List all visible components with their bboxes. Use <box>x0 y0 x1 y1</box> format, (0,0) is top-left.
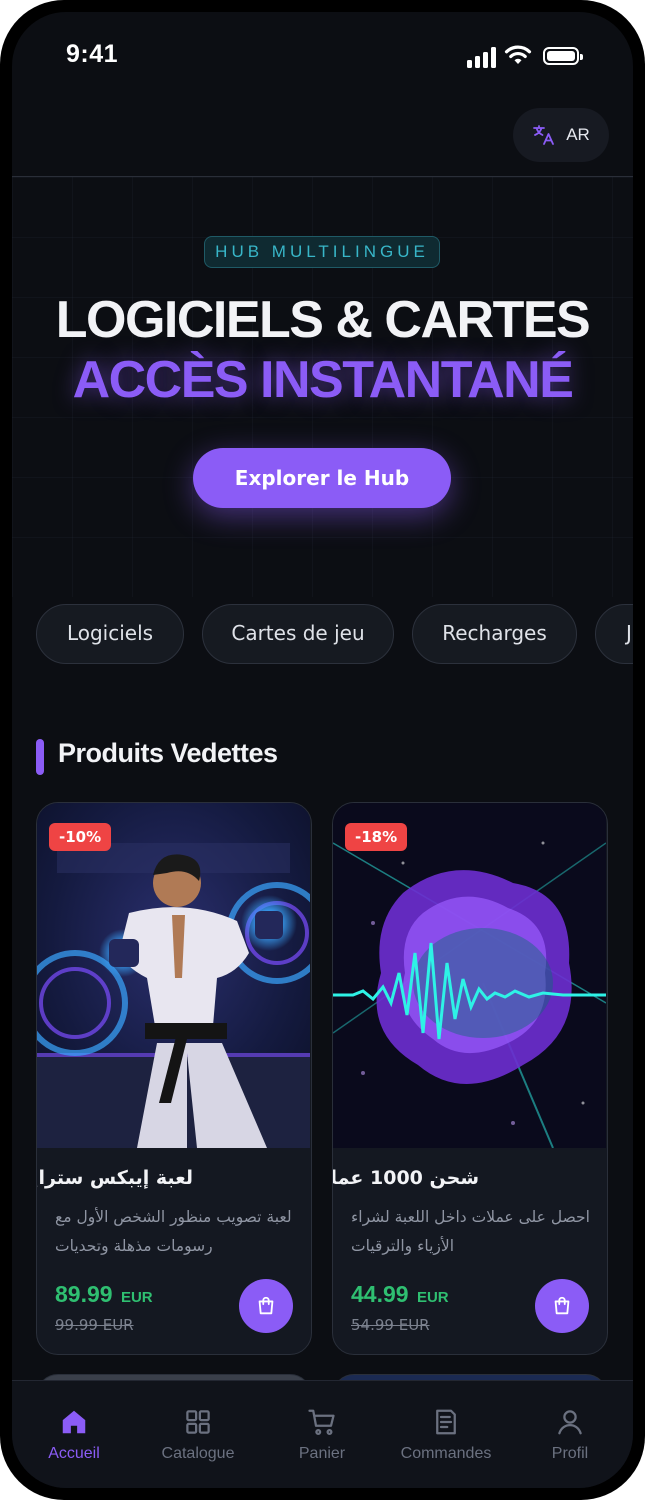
nav-label: Accueil <box>48 1445 100 1462</box>
price-currency: EUR <box>120 1289 153 1306</box>
product-name: شحن 1000 عملة <box>333 1167 479 1189</box>
hero-title-line1: LOGICIELS & CARTES <box>55 291 591 349</box>
home-icon <box>62 1410 86 1434</box>
nav-label: Catalogue <box>161 1445 235 1462</box>
nav-label: Commandes <box>400 1445 492 1462</box>
product-old-price: 54.99 EUR <box>351 1316 430 1334</box>
add-to-cart-button[interactable] <box>535 1279 589 1333</box>
shopping-bag-icon <box>258 1296 274 1315</box>
chip-partial[interactable]: J <box>595 604 633 664</box>
nav-item-panier[interactable]: Panier <box>260 1407 384 1463</box>
language-label: AR <box>566 125 590 144</box>
product-description: لعبة تصويب منظور الشخص الأول مع رسومات م… <box>55 1208 292 1255</box>
status-bar: 9:41 <box>12 12 633 102</box>
nav-item-commandes[interactable]: Commandes <box>384 1407 508 1463</box>
language-toggle-button[interactable]: AR <box>513 108 609 162</box>
chip-recharges[interactable]: Recharges <box>412 604 577 664</box>
user-icon <box>558 1410 582 1435</box>
battery-icon <box>543 47 583 65</box>
explore-hub-button[interactable]: Explorer le Hub <box>193 448 451 508</box>
receipt-icon <box>436 1409 456 1435</box>
nav-label: Panier <box>298 1445 346 1462</box>
status-time: 9:41 <box>66 40 119 68</box>
nav-item-accueil[interactable]: Accueil <box>12 1407 136 1463</box>
product-image-soundwave <box>333 803 606 1148</box>
nav-label: Profil <box>551 1445 589 1462</box>
hero-title-line2: ACCÈS INSTANTANÉ <box>72 351 574 409</box>
signal-icon <box>467 46 497 68</box>
app-screen: 9:41 AR HUB MULTILINGUE LOGICIELS & CART… <box>12 12 633 1488</box>
product-card[interactable]: -18% شحن 1000 عملة احصل على عملات داخل ا… <box>332 802 608 1355</box>
product-card[interactable]: -10% لعبة إيبكس سترايك لعبة تصويب منظور … <box>36 802 312 1355</box>
nav-item-profil[interactable]: Profil <box>508 1407 632 1463</box>
product-image-fighter <box>37 803 310 1148</box>
product-price: 89.99 EUR <box>55 1281 153 1308</box>
price-value: 44.99 <box>351 1281 409 1307</box>
product-name: لعبة إيبكس سترايك <box>37 1167 193 1189</box>
hero-badge: HUB MULTILINGUE <box>204 236 440 268</box>
wifi-icon <box>504 45 532 64</box>
translate-icon <box>533 125 555 145</box>
shopping-bag-icon <box>554 1296 570 1315</box>
price-value: 89.99 <box>55 1281 113 1307</box>
section-title: Produits Vedettes <box>58 738 278 768</box>
section-accent-bar <box>36 739 44 775</box>
chip-logiciels[interactable]: Logiciels <box>36 604 184 664</box>
bottom-navigation: Accueil Catalogue Panier Commandes Profi… <box>12 1380 633 1488</box>
product-price: 44.99 EUR <box>351 1281 449 1308</box>
add-to-cart-button[interactable] <box>239 1279 293 1333</box>
product-old-price: 99.99 EUR <box>55 1316 134 1334</box>
grid-icon <box>186 1410 210 1434</box>
nav-item-catalogue[interactable]: Catalogue <box>136 1407 260 1463</box>
chip-cartes-de-jeu[interactable]: Cartes de jeu <box>202 604 394 664</box>
phone-frame: 9:41 AR HUB MULTILINGUE LOGICIELS & CART… <box>0 0 645 1500</box>
product-description: احصل على عملات داخل اللعبة لشراء الأزياء… <box>351 1208 590 1255</box>
discount-badge: -18% <box>345 823 408 851</box>
cart-icon <box>308 1409 335 1435</box>
category-chips: Logiciels Cartes de jeu Recharges J <box>36 604 633 666</box>
price-currency: EUR <box>416 1289 449 1306</box>
discount-badge: -10% <box>49 823 112 851</box>
